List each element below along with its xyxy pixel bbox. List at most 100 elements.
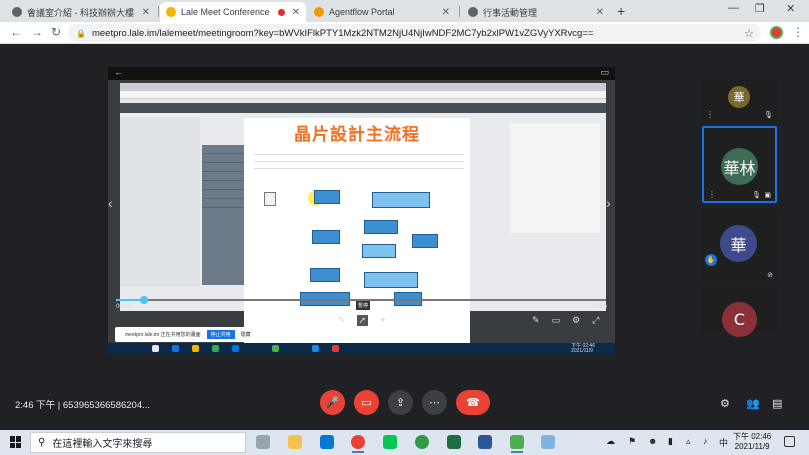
search-placeholder: 在這裡輸入文字來搜尋 bbox=[52, 439, 153, 450]
lale-icon bbox=[166, 7, 176, 17]
tray-icon[interactable]: ⚑ bbox=[628, 436, 636, 447]
more-options-button[interactable]: ⋯ bbox=[422, 390, 447, 415]
forward-icon[interactable]: → bbox=[31, 25, 43, 39]
close-icon[interactable]: ✕ bbox=[142, 7, 150, 18]
new-tab-button[interactable]: + bbox=[617, 3, 625, 19]
participant-tile[interactable]: C bbox=[702, 285, 777, 337]
close-icon[interactable]: ✕ bbox=[442, 7, 450, 18]
time-elapsed: 00:00 bbox=[116, 304, 132, 310]
mic-off-icon: 🎙 bbox=[752, 192, 761, 199]
annotate-icon[interactable]: ✎ bbox=[338, 315, 346, 326]
shared-clock: 下午 02:46 2021/11/9 bbox=[571, 343, 595, 354]
more-icon: ⋯ bbox=[429, 397, 440, 409]
search-icon: ⚲ bbox=[38, 437, 46, 448]
menu-icon[interactable]: ⋮ bbox=[792, 25, 804, 39]
tab-1[interactable]: 會議室介紹 - 科技辦辦大樓 ✕ bbox=[6, 2, 156, 22]
word-icon[interactable] bbox=[478, 435, 492, 449]
close-window-icon[interactable]: ✕ bbox=[786, 2, 795, 15]
pointer-icon[interactable]: ➚ bbox=[356, 315, 369, 326]
taskbar-clock[interactable]: 下午 02:46 2021/11/9 bbox=[733, 432, 771, 452]
task-view-icon[interactable] bbox=[256, 435, 270, 449]
file-explorer-icon[interactable] bbox=[288, 435, 302, 449]
app-icon[interactable] bbox=[541, 435, 555, 449]
back-arrow-icon[interactable]: ← bbox=[114, 67, 123, 77]
mic-off-button[interactable]: 🎤 bbox=[320, 390, 345, 415]
tooltip: 暫停 bbox=[356, 301, 371, 310]
green-app-icon[interactable] bbox=[415, 435, 429, 449]
wechat-icon[interactable] bbox=[510, 435, 524, 453]
tab-title: Agentflow Portal bbox=[329, 7, 395, 17]
pen-icon[interactable]: ✎ bbox=[532, 315, 540, 326]
restore-icon[interactable]: ❐ bbox=[755, 2, 765, 15]
profile-avatar[interactable] bbox=[770, 26, 783, 39]
taskbar-search-box[interactable]: ⚲ 在這裡輸入文字來搜尋 bbox=[30, 432, 246, 453]
slide-table bbox=[254, 148, 464, 176]
more-icon[interactable]: ⋮ bbox=[708, 190, 716, 199]
notification-icon[interactable] bbox=[784, 436, 795, 447]
reload-icon[interactable]: ↻ bbox=[51, 25, 61, 39]
hide-button[interactable]: 隱藏 bbox=[241, 331, 251, 338]
windows-taskbar: ⚲ 在這裡輸入文字來搜尋 ☁ ⚑ ☻ ▮ ▵ ♪ 中 下午 02:46 2021… bbox=[0, 430, 809, 455]
call-control-bar: 2:46 下午 | 653965366586204... 🎤 ▭ ⇪ ⋯ ☎ ⚙… bbox=[0, 385, 809, 429]
prev-arrow-icon[interactable]: ‹ bbox=[108, 195, 113, 211]
browser-tab-strip: 會議室介紹 - 科技辦辦大樓 ✕ Lale Meet Conference ✕ … bbox=[0, 0, 809, 22]
screen-share-stage: ← ▭ 晶片設計主流程 00:00 00:26 暫停 ✎ ➚ ✦ ✎ ▭ ⚙ ⤢… bbox=[108, 67, 615, 354]
end-call-icon: ☎ bbox=[466, 397, 480, 409]
close-icon[interactable]: ✕ bbox=[596, 7, 604, 18]
chat-icon[interactable]: ▤ bbox=[772, 397, 782, 410]
camera-off-button[interactable]: ▭ bbox=[354, 390, 379, 415]
participant-tile-active[interactable]: 華林 ⋮ 🎙 ▣ bbox=[702, 126, 777, 203]
participant-tile[interactable]: 華 ⊘ bbox=[702, 208, 777, 281]
settings-icon[interactable]: ⚙ bbox=[572, 315, 580, 326]
next-arrow-icon[interactable]: › bbox=[606, 195, 611, 211]
minimize-icon[interactable]: — bbox=[728, 2, 739, 14]
avatar: 華 bbox=[720, 225, 757, 262]
tab-title: Lale Meet Conference bbox=[181, 7, 270, 17]
tab-3[interactable]: Agentflow Portal ✕ bbox=[308, 2, 456, 22]
stage-topbar: ← ▭ bbox=[108, 67, 615, 80]
battery-icon[interactable]: ▮ bbox=[668, 436, 673, 447]
hand-raise-icon: ✋ bbox=[705, 254, 717, 266]
meeting-info: 2:46 下午 | 653965366586204... bbox=[15, 400, 151, 411]
excel-icon[interactable] bbox=[447, 435, 461, 449]
slide-title: 晶片設計主流程 bbox=[294, 125, 420, 145]
tab-title: 會議室介紹 - 科技辦辦大樓 bbox=[27, 7, 134, 18]
present-button[interactable]: ⇪ bbox=[388, 390, 413, 415]
bookmark-star-icon[interactable]: ☆ bbox=[744, 27, 754, 40]
tab-2[interactable]: Lale Meet Conference ✕ bbox=[160, 2, 306, 22]
volume-icon[interactable]: ♪ bbox=[703, 436, 708, 446]
avatar: C bbox=[722, 302, 757, 337]
stop-sharing-button[interactable]: 停止共用 bbox=[206, 330, 235, 339]
more-icon[interactable]: ⋮ bbox=[706, 110, 714, 119]
url-text: meetpro.lale.im/lalemeet/meetingroom?key… bbox=[91, 27, 594, 39]
mic-off-icon: 🎤 bbox=[325, 397, 340, 409]
expand-icon[interactable]: ⤢ bbox=[592, 315, 599, 326]
ime-indicator[interactable]: 中 bbox=[719, 436, 728, 449]
camera-off-icon: ▭ bbox=[361, 397, 372, 409]
outlook-icon[interactable] bbox=[320, 435, 334, 449]
network-icon[interactable]: ▵ bbox=[686, 436, 691, 447]
people-tray-icon[interactable]: ☻ bbox=[648, 436, 657, 446]
weather-icon[interactable]: ☁ bbox=[606, 436, 615, 447]
windows-start-icon[interactable] bbox=[10, 436, 22, 448]
activities-icon[interactable]: ⚙ bbox=[720, 397, 730, 410]
line-icon[interactable] bbox=[383, 435, 397, 449]
tab-4[interactable]: 行事活動管理 ✕ bbox=[462, 2, 610, 22]
people-icon[interactable]: 👥 bbox=[746, 397, 760, 410]
fullscreen-icon[interactable]: ▭ bbox=[600, 67, 609, 78]
globe-icon bbox=[468, 7, 478, 17]
end-call-button[interactable]: ☎ bbox=[456, 390, 490, 415]
shared-app-panel bbox=[120, 117, 200, 287]
chrome-icon[interactable] bbox=[351, 435, 365, 453]
avatar: 華林 bbox=[721, 148, 758, 185]
participant-tile[interactable]: 華 ⋮ 🎙 bbox=[702, 79, 777, 121]
globe-icon bbox=[12, 7, 22, 17]
mic-off-icon: 🎙 bbox=[764, 112, 773, 119]
address-bar[interactable]: 🔒 meetpro.lale.im/lalemeet/meetingroom?k… bbox=[68, 24, 761, 42]
back-icon[interactable]: ← bbox=[10, 25, 22, 39]
close-icon[interactable]: ✕ bbox=[292, 7, 300, 18]
present-icon: ⇪ bbox=[395, 397, 406, 409]
laser-icon[interactable]: ✦ bbox=[379, 315, 387, 326]
share-prompt-text: meetpro.lale.im 正在共用您的畫面 bbox=[125, 332, 201, 338]
caption-icon[interactable]: ▭ bbox=[552, 315, 561, 326]
